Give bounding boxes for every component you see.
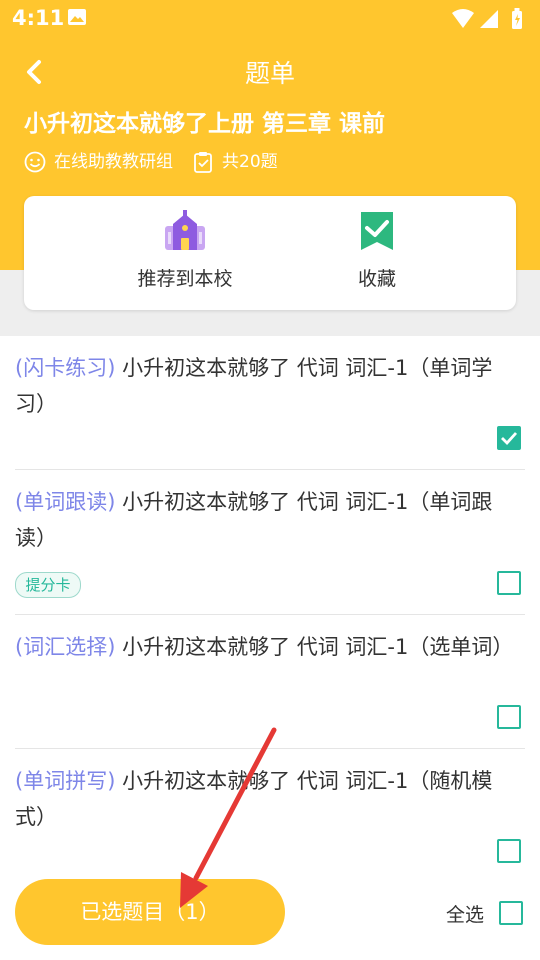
status-icons xyxy=(452,8,522,29)
item-text: (单词拼写) 小升初这本就够了 代词 词汇-1（随机模式） xyxy=(15,763,515,835)
selected-questions-button[interactable]: 已选题目（1） xyxy=(15,879,285,945)
clipboard-check-icon xyxy=(194,152,212,173)
signal-icon xyxy=(480,10,498,28)
author-name: 在线助教教研组 xyxy=(54,152,173,172)
item-type-tag: (词汇选择) xyxy=(15,635,116,659)
school-icon xyxy=(165,210,205,250)
status-bar: 4:11 xyxy=(0,0,540,36)
page-title: 题单 xyxy=(244,59,295,88)
item-checkbox[interactable] xyxy=(497,571,521,595)
bookmark-icon xyxy=(361,212,393,250)
select-all-checkbox[interactable] xyxy=(499,901,523,925)
question-set-title: 小升初这本就够了上册 第三章 课前 xyxy=(24,111,386,137)
item-text: (词汇选择) 小升初这本就够了 代词 词汇-1（选单词） xyxy=(15,629,515,665)
bottom-bar: 已选题目（1） 全选 xyxy=(0,866,540,960)
item-type-tag: (单词跟读) xyxy=(15,490,116,514)
item-type-tag: (单词拼写) xyxy=(15,769,116,793)
smiley-icon xyxy=(24,151,46,173)
battery-icon xyxy=(512,8,522,29)
select-all-label[interactable]: 全选 xyxy=(446,900,484,927)
check-icon xyxy=(501,432,518,446)
photo-notification-icon xyxy=(68,9,86,25)
action-card: 推荐到本校 收藏 xyxy=(24,196,516,310)
wifi-icon xyxy=(452,9,474,28)
list-item[interactable]: (闪卡练习) 小升初这本就够了 代词 词汇-1（单词学习） xyxy=(15,336,525,470)
favorite-button[interactable]: 收藏 xyxy=(277,196,477,310)
list-item[interactable]: (词汇选择) 小升初这本就够了 代词 词汇-1（选单词） xyxy=(15,615,525,749)
list-item[interactable]: (单词拼写) 小升初这本就够了 代词 词汇-1（随机模式） xyxy=(15,749,525,866)
item-type-tag: (闪卡练习) xyxy=(15,356,116,380)
item-text: (闪卡练习) 小升初这本就够了 代词 词汇-1（单词学习） xyxy=(15,350,515,422)
item-checkbox[interactable] xyxy=(497,839,521,863)
status-time: 4:11 xyxy=(12,6,65,30)
recommend-label: 推荐到本校 xyxy=(137,268,233,290)
item-title: 小升初这本就够了 代词 词汇-1（选单词） xyxy=(115,635,514,659)
recommend-to-school-button[interactable]: 推荐到本校 xyxy=(85,196,285,310)
item-checkbox[interactable] xyxy=(497,426,521,450)
question-count: 共20题 xyxy=(222,152,278,172)
favorite-label: 收藏 xyxy=(357,268,396,290)
tip-card-badge: 提分卡 xyxy=(15,572,81,598)
item-text: (单词跟读) 小升初这本就够了 代词 词汇-1（单词跟读） xyxy=(15,484,515,556)
list-item[interactable]: (单词跟读) 小升初这本就够了 代词 词汇-1（单词跟读） 提分卡 xyxy=(15,470,525,615)
item-checkbox[interactable] xyxy=(497,705,521,729)
